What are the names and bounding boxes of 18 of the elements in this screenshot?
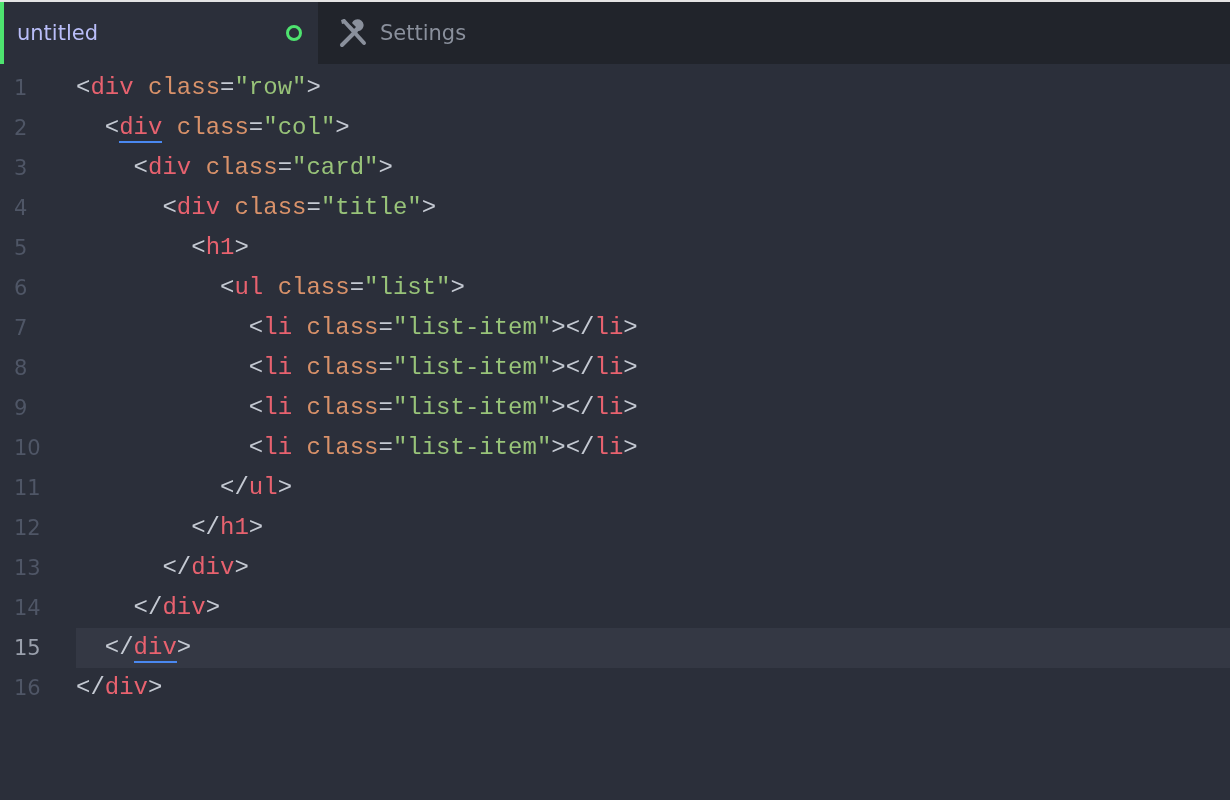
editor-tab[interactable]: Settings xyxy=(318,2,483,64)
code-line: <li class="list-item"></li> xyxy=(247,433,639,463)
code-line: <li class="list-item"></li> xyxy=(247,313,639,343)
code-line: <li class="list-item"></li> xyxy=(247,353,639,383)
code-line: <div class="card"> xyxy=(132,153,394,183)
code-line: <div class="col"> xyxy=(103,113,351,145)
code-line: </div> xyxy=(76,673,164,703)
code-line: </div> xyxy=(132,593,222,623)
code-line: <div class="row"> xyxy=(76,73,322,103)
editor-tab[interactable]: untitled xyxy=(0,2,318,64)
line-number: 15 xyxy=(13,636,42,660)
code-line: </h1> xyxy=(190,513,265,543)
code-line: </ul> xyxy=(219,473,294,503)
code-line: <div class="title"> xyxy=(161,193,438,223)
code-line: <h1> xyxy=(190,233,250,263)
code-line: <li class="list-item"></li> xyxy=(247,393,639,423)
code-line: </div> xyxy=(161,553,250,583)
code-line: <ul class="list"> xyxy=(219,273,466,303)
